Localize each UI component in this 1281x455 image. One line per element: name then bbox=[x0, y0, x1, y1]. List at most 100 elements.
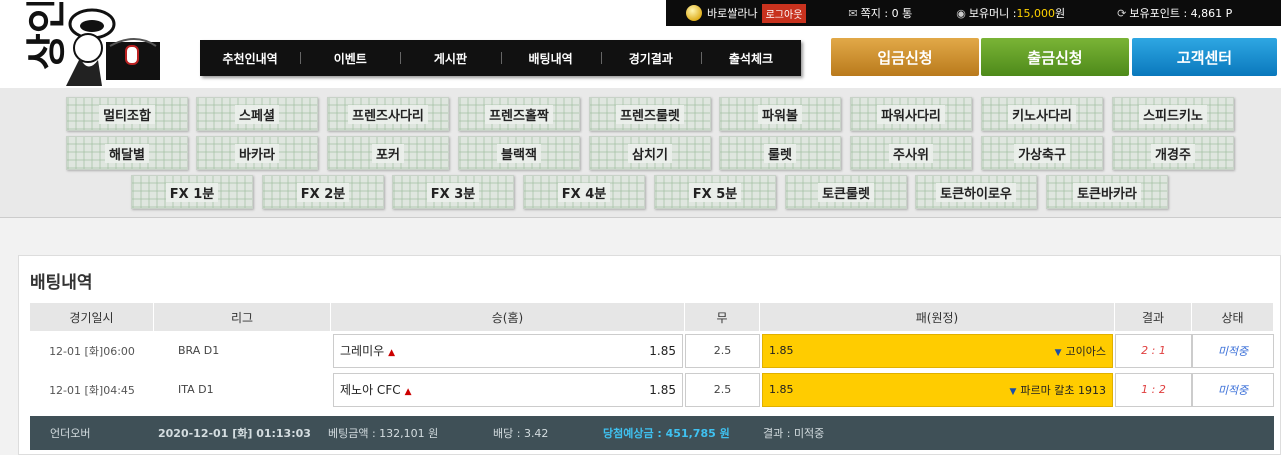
game-label: 블랙잭 bbox=[497, 143, 541, 163]
game-button[interactable]: 개경주 bbox=[1112, 136, 1234, 170]
game-button[interactable]: 토큰바카라 bbox=[1046, 175, 1168, 209]
game-label: FX 5분 bbox=[688, 182, 742, 202]
home-team: 제노아 CFC bbox=[340, 383, 401, 397]
money-unit: 원 bbox=[1055, 7, 1066, 20]
home-pick[interactable]: 제노아 CFC ▲ 1.85 bbox=[333, 372, 683, 407]
nav-results[interactable]: 경기결과 bbox=[600, 50, 701, 67]
support-button[interactable]: 고객센터 bbox=[1132, 38, 1277, 76]
game-button[interactable]: 포커 bbox=[327, 136, 449, 170]
game-button[interactable]: 바카라 bbox=[196, 136, 318, 170]
refresh-icon[interactable]: ⟳ bbox=[1117, 7, 1126, 20]
game-label: 주사위 bbox=[889, 143, 933, 163]
down-arrow-icon: ▼ bbox=[1054, 347, 1062, 358]
game-button[interactable]: 룰렛 bbox=[719, 136, 841, 170]
money-display: ◉ 보유머니 : 15,000 원 bbox=[956, 5, 1065, 21]
game-button[interactable]: FX 5분 bbox=[654, 175, 776, 209]
nav-betting-history[interactable]: 배팅내역 bbox=[500, 50, 601, 67]
draw-odds[interactable]: 2.5 bbox=[685, 333, 760, 368]
logout-button[interactable]: 로그아웃 bbox=[761, 3, 807, 23]
bet-type: 언더오버 bbox=[50, 427, 91, 440]
game-label: 프렌즈사다리 bbox=[348, 104, 428, 124]
main-nav: 추천인내역 이벤트 게시판 배팅내역 경기결과 출석체크 bbox=[200, 40, 801, 76]
away-odds: 1.85 bbox=[769, 344, 794, 357]
game-label: 스피드키노 bbox=[1139, 104, 1207, 124]
away-pick-selected[interactable]: 1.85 ▼ 고이아스 bbox=[762, 333, 1113, 368]
bet-amount: 베팅금액 : 132,101 원 bbox=[328, 427, 439, 440]
money-value: 15,000 bbox=[1016, 6, 1056, 20]
game-button[interactable]: 스피드키노 bbox=[1112, 97, 1234, 131]
game-menu: 멀티조합 스페셜 프렌즈사다리 프렌즈홀짝 프렌즈룰렛 파워볼 파워사다리 키노… bbox=[0, 88, 1281, 218]
game-label: 프렌즈홀짝 bbox=[485, 104, 553, 124]
nav-events[interactable]: 이벤트 bbox=[300, 50, 400, 67]
home-odds: 1.85 bbox=[649, 382, 676, 397]
game-button[interactable]: FX 2분 bbox=[262, 175, 384, 209]
home-odds: 1.85 bbox=[649, 343, 676, 358]
game-label: FX 2분 bbox=[296, 182, 350, 202]
column-header: 경기일시 bbox=[30, 303, 154, 331]
table-row: 12-01 [화]06:00 BRA D1 그레미우 ▲ 1.85 2.5 1.8… bbox=[30, 331, 1274, 370]
game-label: 토큰룰렛 bbox=[818, 182, 874, 202]
nav-referral[interactable]: 추천인내역 bbox=[200, 50, 300, 67]
game-button[interactable]: 주사위 bbox=[850, 136, 972, 170]
home-team: 그레미우 bbox=[340, 344, 385, 358]
coin-icon bbox=[686, 5, 702, 21]
column-header: 무 bbox=[685, 303, 760, 331]
coins-icon: ◉ bbox=[956, 6, 966, 20]
game-button[interactable]: 가상축구 bbox=[981, 136, 1103, 170]
points-display: ⟳ 보유포인트 : 4,861 P bbox=[1117, 5, 1232, 21]
messages-label: 쪽지 : 0 통 bbox=[860, 7, 913, 20]
away-odds: 1.85 bbox=[769, 383, 794, 396]
draw-odds[interactable]: 2.5 bbox=[685, 372, 760, 407]
league: BRA D1 bbox=[178, 344, 220, 357]
game-button[interactable]: 해달별 bbox=[66, 136, 188, 170]
game-button[interactable]: 프렌즈사다리 bbox=[327, 97, 449, 131]
game-button[interactable]: 스페셜 bbox=[196, 97, 318, 131]
bet-summary-bar: 언더오버 2020-12-01 [화] 01:13:03 베팅금액 : 132,… bbox=[30, 416, 1274, 450]
messages-link[interactable]: ✉ 쪽지 : 0 통 bbox=[848, 5, 912, 21]
envelope-icon: ✉ bbox=[848, 6, 858, 20]
league: ITA D1 bbox=[178, 383, 214, 396]
expected-winnings: 당첨예상금 : 451,785 원 bbox=[603, 427, 730, 440]
away-pick-selected[interactable]: 1.85 ▼ 파르마 칼초 1913 bbox=[762, 372, 1113, 407]
game-label: 멀티조합 bbox=[99, 104, 155, 124]
away-team: 파르마 칼초 1913 bbox=[1020, 383, 1106, 397]
game-button[interactable]: FX 1분 bbox=[131, 175, 253, 209]
match-result: 1 : 2 bbox=[1115, 372, 1192, 407]
game-label: 토큰하이로우 bbox=[936, 182, 1016, 202]
up-arrow-icon: ▲ bbox=[404, 387, 412, 397]
deposit-button[interactable]: 입금신청 bbox=[831, 38, 979, 76]
game-label: 파워볼 bbox=[758, 104, 802, 124]
game-label: FX 1분 bbox=[165, 182, 219, 202]
money-label: 보유머니 : bbox=[968, 7, 1017, 20]
match-date: 12-01 [화]04:45 bbox=[49, 383, 135, 397]
withdraw-button[interactable]: 출금신청 bbox=[981, 38, 1129, 76]
game-label: 키노사다리 bbox=[1008, 104, 1076, 124]
game-button[interactable]: FX 3분 bbox=[392, 175, 514, 209]
game-button[interactable]: 블랙잭 bbox=[458, 136, 580, 170]
bet-odds: 배당 : 3.42 bbox=[493, 427, 549, 440]
game-button[interactable]: FX 4분 bbox=[523, 175, 645, 209]
game-button[interactable]: 키노사다리 bbox=[981, 97, 1103, 131]
home-pick[interactable]: 그레미우 ▲ 1.85 bbox=[333, 333, 683, 368]
match-result: 2 : 1 bbox=[1115, 333, 1192, 368]
game-label: 삼치기 bbox=[628, 143, 672, 163]
game-button[interactable]: 프렌즈룰렛 bbox=[589, 97, 711, 131]
game-button[interactable]: 프렌즈홀짝 bbox=[458, 97, 580, 131]
nav-board[interactable]: 게시판 bbox=[400, 50, 500, 67]
nav-attendance[interactable]: 출석체크 bbox=[700, 50, 801, 67]
betting-history-panel: 배팅내역 경기일시 리그 승(홈) 무 패(원정) 결과 상태 12-01 [화… bbox=[18, 255, 1281, 455]
game-button[interactable]: 토큰룰렛 bbox=[785, 175, 907, 209]
game-label: 개경주 bbox=[1151, 143, 1195, 163]
game-button[interactable]: 멀티조합 bbox=[66, 97, 188, 131]
game-button[interactable]: 토큰하이로우 bbox=[915, 175, 1037, 209]
game-button[interactable]: 파워사다리 bbox=[850, 97, 972, 131]
bet-datetime: 2020-12-01 [화] 01:13:03 bbox=[158, 427, 311, 440]
site-logo[interactable]: 상인 bbox=[10, 0, 170, 86]
column-header: 상태 bbox=[1192, 303, 1274, 331]
game-label: 가상축구 bbox=[1014, 143, 1070, 163]
top-header: 상인 바로쌀라나 로그아웃 ✉ 쪽지 : 0 통 ◉ 보유머니 : 15,000… bbox=[0, 0, 1281, 88]
game-button[interactable]: 파워볼 bbox=[719, 97, 841, 131]
game-button[interactable]: 삼치기 bbox=[589, 136, 711, 170]
game-label: FX 4분 bbox=[557, 182, 611, 202]
game-label: 룰렛 bbox=[764, 143, 796, 163]
